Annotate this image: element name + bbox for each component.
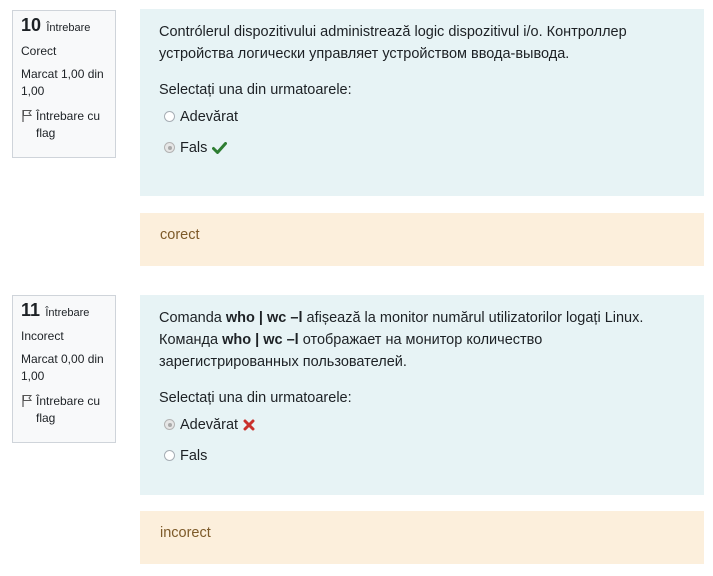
command-text: who | wc –l	[225, 310, 303, 326]
question-text: Contrólerul dispozitivului administrează…	[159, 24, 627, 62]
flag-question-link[interactable]: Întrebare cu flag	[21, 393, 108, 427]
answer-label: Adevărat	[180, 108, 239, 125]
flag-icon	[22, 110, 33, 122]
answer-label: Adevărat	[180, 416, 239, 433]
radio-button[interactable]	[164, 111, 175, 122]
check-icon	[212, 141, 228, 154]
question-number: 11	[21, 300, 41, 320]
radio-button-selected[interactable]	[164, 142, 175, 153]
question-feedback-11: incorect	[140, 511, 704, 564]
flag-question-link[interactable]: Întrebare cu flag	[21, 108, 108, 142]
answer-label: Fals	[180, 447, 208, 464]
question-feedback-10: corect	[140, 213, 704, 266]
question-label: Întrebare	[46, 22, 91, 34]
answer-option-fals[interactable]: Fals	[159, 132, 684, 163]
answer-option-adevarat[interactable]: Adevărat	[159, 409, 684, 440]
flag-label: Întrebare cu flag	[36, 394, 101, 425]
question-formulation-11: Comanda who | wc –l afișează la monitor …	[140, 295, 704, 495]
question-info-11: 11 Întrebare Incorect Marcat 0,00 din 1,…	[12, 295, 116, 443]
question-marks: Marcat 0,00 din 1,00	[21, 352, 104, 383]
answer-option-adevarat[interactable]: Adevărat	[159, 101, 684, 132]
radio-button-selected[interactable]	[164, 419, 175, 430]
flag-icon	[22, 395, 33, 407]
question-state: Corect	[21, 44, 57, 58]
question-state: Incorect	[21, 329, 64, 343]
question-number: 10	[21, 15, 42, 35]
cross-icon	[243, 419, 255, 431]
question-label: Întrebare	[45, 307, 90, 319]
command-text: who | wc –l	[222, 332, 299, 348]
flag-label: Întrebare cu flag	[36, 109, 101, 140]
question-formulation-10: Contrólerul dispozitivului administrează…	[140, 9, 704, 196]
answer-prompt: Selectați una din urmatoarele:	[159, 82, 352, 98]
question-text: Comanda who | wc –l afișează la monitor …	[159, 310, 644, 370]
answer-option-fals[interactable]: Fals	[159, 440, 684, 471]
question-info-10: 10 Întrebare Corect Marcat 1,00 din 1,00…	[12, 10, 116, 158]
question-marks: Marcat 1,00 din 1,00	[21, 67, 104, 98]
answer-prompt: Selectați una din urmatoarele:	[159, 390, 352, 406]
answer-label: Fals	[180, 139, 208, 156]
radio-button[interactable]	[164, 450, 175, 461]
